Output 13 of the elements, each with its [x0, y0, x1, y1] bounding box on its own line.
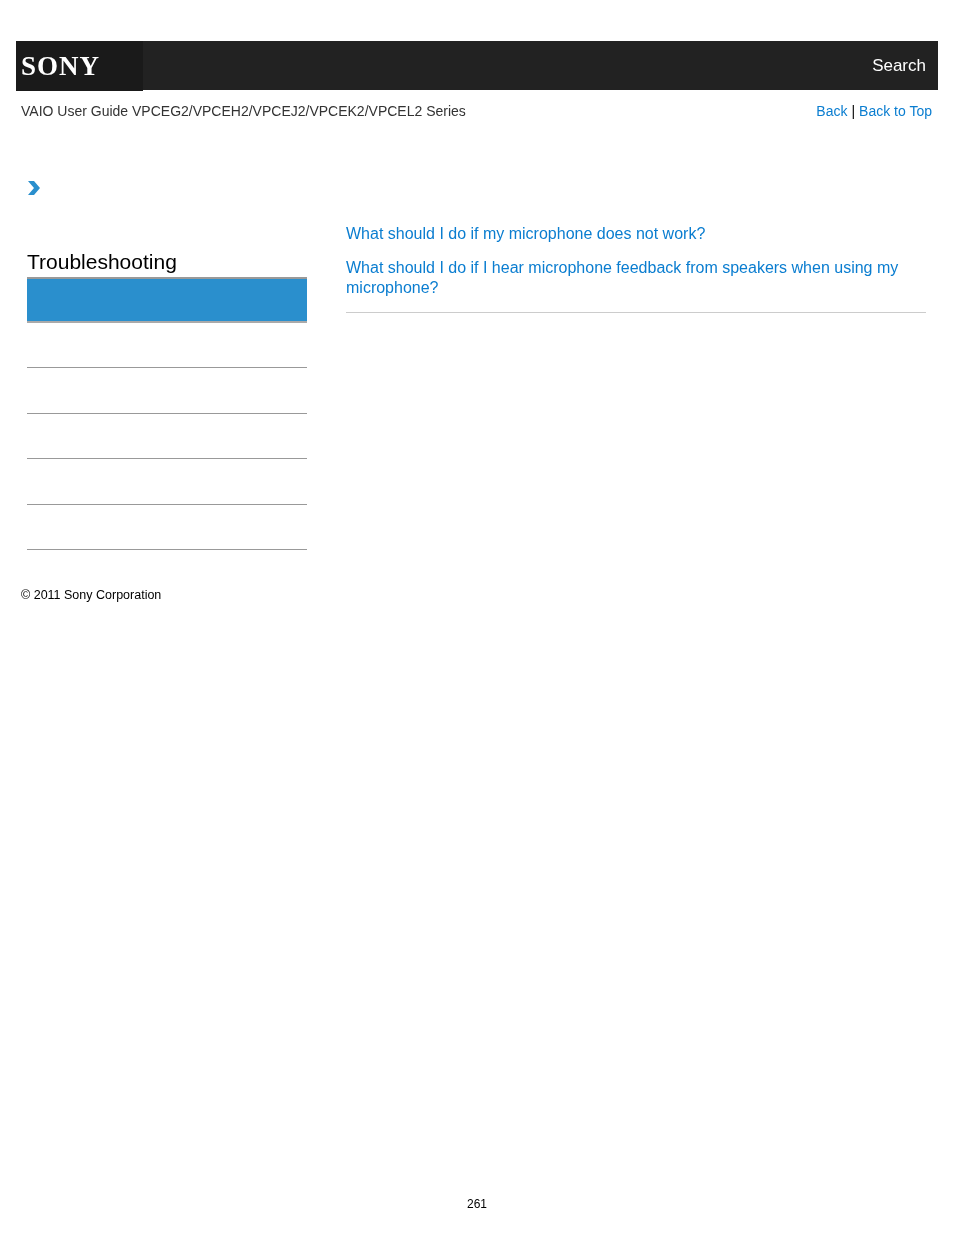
sidebar-heading: Troubleshooting	[27, 249, 178, 275]
link-separator: |	[851, 102, 856, 121]
topic-link[interactable]: What should I do if I hear microphone feedback from speakers when using my microphone?	[346, 258, 926, 298]
nav-link[interactable]: Back	[816, 101, 848, 122]
topic-link[interactable]: What should I do if my microphone does not work?	[346, 224, 926, 244]
guide-title: VAIO User Guide VPCEG2/VPCEH2/VPCEJ2/VPCEK2/VPCEL2 Series	[21, 102, 466, 121]
chevron-icon	[27, 180, 41, 196]
copyright-text: © 2011 Sony Corporation	[21, 587, 163, 605]
sony-logo: SONY	[16, 40, 143, 91]
page-number: 261	[466, 1195, 488, 1213]
nav-link[interactable]: Back to Top	[859, 101, 932, 122]
sidebar-item[interactable]	[27, 277, 307, 323]
search-link[interactable]: Search	[872, 52, 938, 79]
